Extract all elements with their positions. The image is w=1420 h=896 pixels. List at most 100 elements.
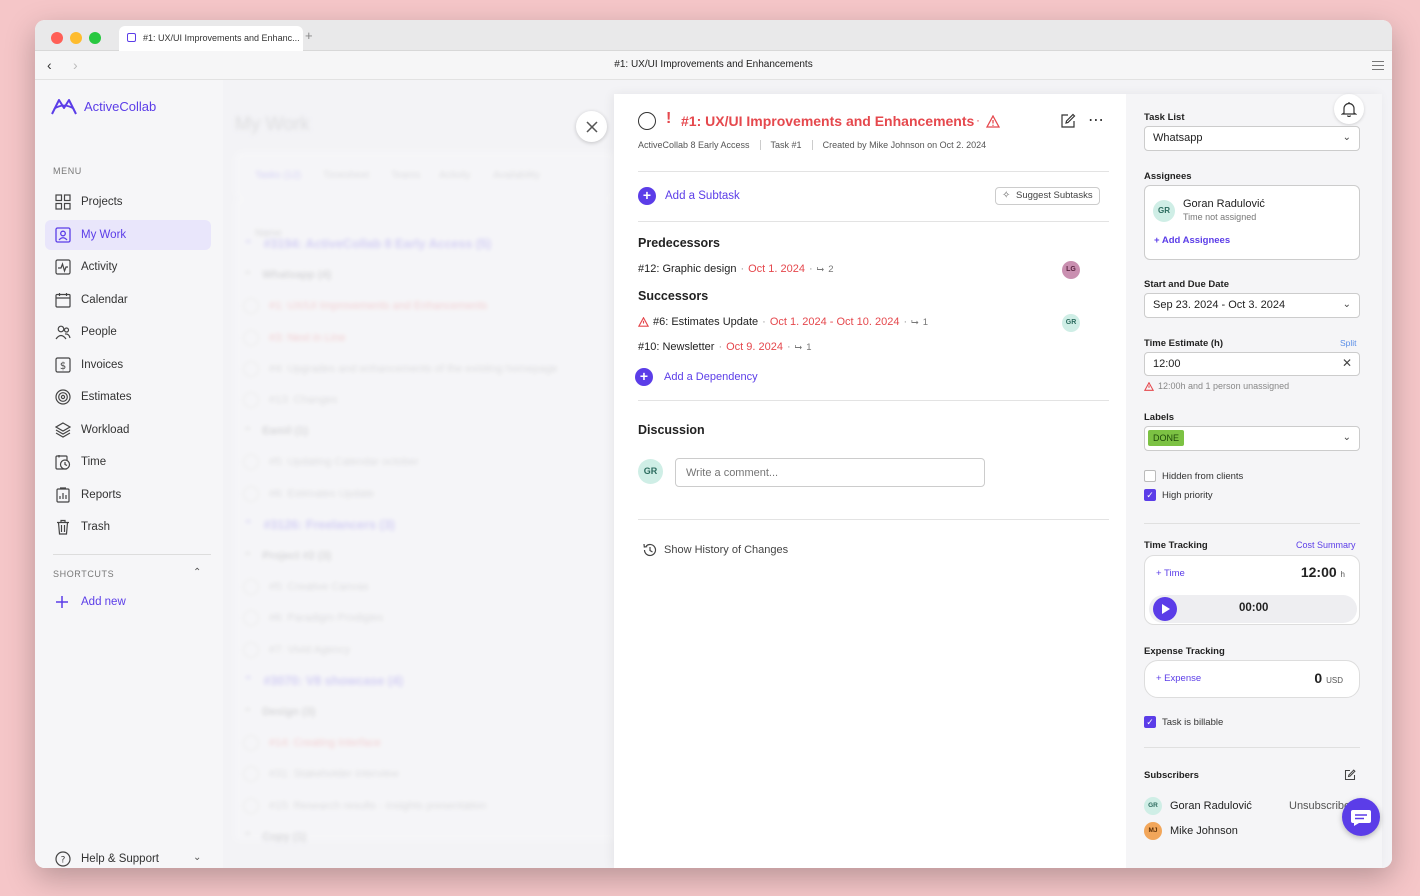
timer-value: 00:00 (1239, 602, 1269, 614)
unsubscribe-button[interactable]: Unsubscribe (1289, 800, 1350, 812)
app: ActiveCollab MENU Projects My Work Activ… (35, 80, 1392, 868)
created-by: Created by Mike Johnson on Oct 2. 2024 (822, 140, 987, 150)
task-list-select[interactable]: Whatsapp ⌄ (1144, 126, 1360, 151)
play-icon[interactable] (1153, 597, 1177, 621)
successor-row[interactable]: #10: Newsletter · Oct 9. 2024 · ⮡ 1 (638, 341, 812, 353)
sidebar-item-reports[interactable]: Reports (45, 480, 211, 510)
priority-icon: ! (666, 110, 672, 127)
assignee-name: Goran Radulović (1183, 198, 1265, 210)
sidebar-item-time[interactable]: Time (45, 447, 211, 477)
tracked-time-value: 12:00 (1300, 564, 1337, 580)
svg-text:$: $ (60, 361, 66, 372)
assignees-box[interactable]: GR Goran Radulović Time not assigned + A… (1144, 185, 1360, 260)
warning-icon[interactable] (986, 115, 1000, 128)
hidden-from-clients-checkbox[interactable] (1144, 470, 1156, 482)
hamburger-menu-icon[interactable] (1372, 61, 1384, 73)
separator-dot: · (809, 263, 813, 275)
sidebar-item-label: Reports (81, 489, 122, 501)
chevron-down-icon: ⌄ (1342, 132, 1351, 143)
close-window-button[interactable] (51, 32, 63, 44)
add-assignees-button[interactable]: + Add Assignees (1154, 235, 1230, 246)
people-icon (55, 325, 71, 340)
sidebar-item-estimates[interactable]: Estimates (45, 382, 211, 412)
chat-button[interactable] (1342, 798, 1380, 836)
new-tab-button[interactable]: + (305, 28, 313, 43)
cost-summary-link[interactable]: Cost Summary (1296, 540, 1356, 550)
suggest-subtasks-button[interactable]: ✧ Suggest Subtasks (995, 187, 1100, 205)
activecollab-logo-icon (51, 99, 77, 115)
meta-divider (759, 140, 761, 150)
high-priority-checkbox[interactable]: ✓ (1144, 489, 1156, 501)
estimate-warning-text: 12:00h and 1 person unassigned (1158, 381, 1290, 391)
warning-icon (1144, 381, 1154, 391)
notifications-button[interactable] (1334, 94, 1364, 124)
tab-favicon-icon (127, 33, 136, 42)
high-priority-label: High priority (1162, 490, 1213, 501)
help-circle-icon: ? (55, 851, 71, 867)
avatar: MJ (1144, 822, 1162, 840)
labels-select[interactable]: DONE ⌄ (1144, 426, 1360, 451)
minimize-window-button[interactable] (70, 32, 82, 44)
sidebar-item-label: Workload (81, 424, 130, 436)
chevron-down-icon[interactable]: ⌄ (193, 852, 201, 863)
time-estimate-input[interactable] (1144, 352, 1360, 376)
trash-icon (57, 519, 69, 535)
avatar: GR (638, 459, 663, 484)
divider (1144, 747, 1360, 748)
add-subtask-button[interactable]: + Add a Subtask (638, 187, 740, 205)
suggest-subtasks-label: Suggest Subtasks (1016, 190, 1093, 201)
billable-checkbox[interactable]: ✓ (1144, 716, 1156, 728)
reports-icon (56, 487, 70, 503)
predecessor-row[interactable]: #12: Graphic design · Oct 1. 2024 · ⮡ 2 (638, 263, 834, 275)
plus-circle-icon: + (638, 187, 656, 205)
tracked-time: 12:00 h (1301, 564, 1345, 580)
add-expense-button[interactable]: + Expense (1156, 673, 1201, 684)
help-support-button[interactable]: ? Help & Support (55, 851, 159, 867)
menu-heading: MENU (53, 166, 82, 176)
add-dependency-button[interactable]: + Add a Dependency (635, 368, 758, 386)
sidebar-item-projects[interactable]: Projects (45, 187, 211, 217)
sidebar-item-label: Invoices (81, 359, 124, 371)
show-history-button[interactable]: Show History of Changes (642, 542, 788, 558)
browser-tab[interactable]: #1: UX/UI Improvements and Enhanc... (119, 26, 303, 51)
maximize-window-button[interactable] (89, 32, 101, 44)
complete-task-checkbox[interactable] (638, 112, 656, 130)
date-range-select[interactable]: Sep 23. 2024 - Oct 3. 2024 ⌄ (1144, 293, 1360, 318)
dependency-date: Oct 1. 2024 (748, 263, 805, 275)
app-logo[interactable]: ActiveCollab (50, 96, 156, 116)
task-title[interactable]: #1: UX/UI Improvements and Enhancements (681, 113, 974, 129)
time-tracking-label: Time Tracking (1144, 540, 1208, 551)
edit-icon[interactable] (1060, 113, 1076, 129)
timer: 00:00 (1149, 595, 1357, 623)
chevron-up-icon[interactable]: ⌃ (193, 567, 201, 578)
sidebar-item-trash[interactable]: Trash (45, 512, 211, 542)
sparkle-icon: ✧ (1002, 190, 1011, 201)
more-options-icon[interactable]: ⋯ (1088, 110, 1105, 130)
close-panel-button[interactable] (576, 111, 607, 142)
divider (638, 519, 1109, 520)
sidebar-item-label: My Work (81, 229, 127, 241)
sidebar-item-my-work[interactable]: My Work (45, 220, 211, 250)
add-time-button[interactable]: + Time (1156, 568, 1185, 579)
sidebar-item-invoices[interactable]: $ Invoices (45, 350, 211, 380)
project-link[interactable]: ActiveCollab 8 Early Access (638, 140, 750, 150)
predecessors-heading: Predecessors (638, 236, 721, 250)
task-main-column: ! #1: UX/UI Improvements and Enhancement… (614, 94, 1126, 868)
sidebar-item-workload[interactable]: Workload (45, 415, 211, 445)
sidebar-item-activity[interactable]: Activity (45, 252, 211, 282)
sidebar-item-calendar[interactable]: Calendar (45, 285, 211, 315)
assignee-time-status: Time not assigned (1183, 212, 1257, 222)
clear-icon[interactable]: ✕ (1342, 356, 1352, 370)
successor-row[interactable]: #6: Estimates Update · Oct 1. 2024 - Oct… (638, 316, 928, 328)
edit-subscribers-icon[interactable] (1344, 769, 1356, 781)
comment-input[interactable] (675, 458, 985, 487)
sidebar-item-people[interactable]: People (45, 317, 211, 347)
separator-dot: · (740, 263, 745, 275)
dollar-icon: $ (55, 357, 71, 373)
subscriber-row: GR Goran Radulović (1144, 797, 1252, 815)
bell-icon (1341, 102, 1357, 117)
split-estimate-link[interactable]: Split (1340, 338, 1357, 348)
sidebar-item-label: Time (81, 456, 107, 468)
close-icon (585, 121, 598, 133)
add-new-shortcut-button[interactable]: Add new (55, 595, 126, 609)
